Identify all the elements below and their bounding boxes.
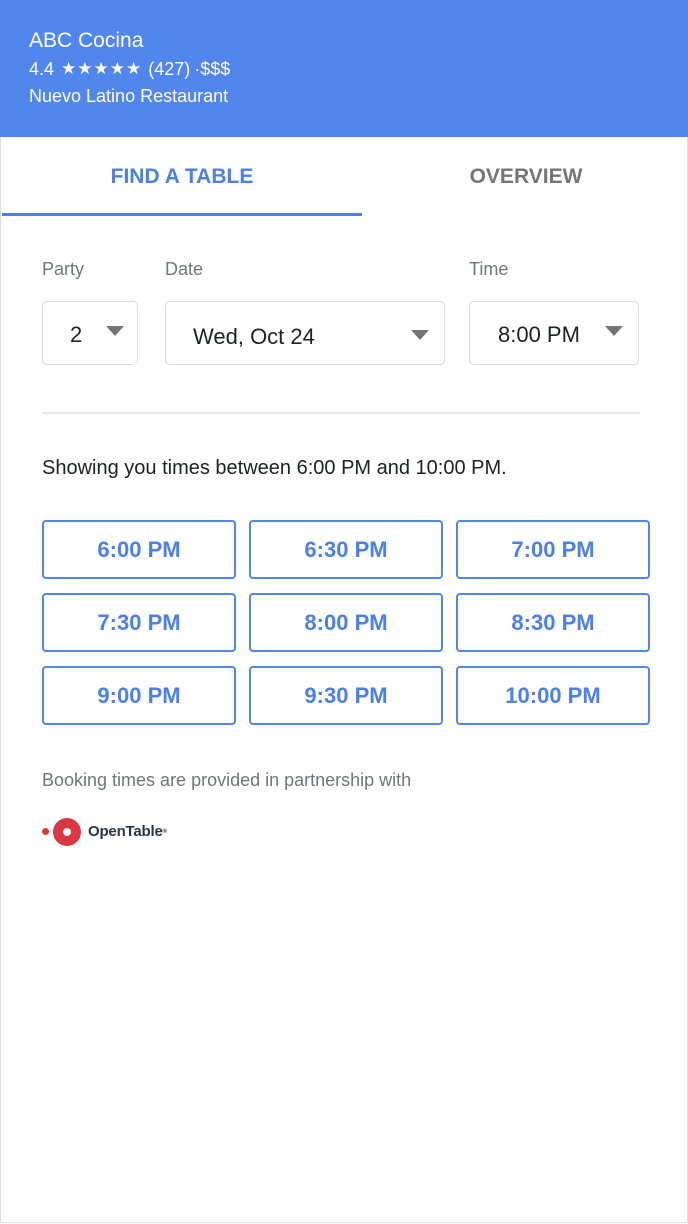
opentable-circle-icon <box>53 818 81 846</box>
tab-overview[interactable]: OVERVIEW <box>346 137 688 217</box>
time-slot-button[interactable]: 7:00 PM <box>456 520 650 579</box>
chevron-down-icon <box>605 326 623 336</box>
party-value: 2 <box>70 322 83 347</box>
restaurant-name: ABC Cocina <box>29 29 144 52</box>
chevron-down-icon <box>411 330 429 340</box>
time-slot-button[interactable]: 9:00 PM <box>42 666 236 725</box>
time-slot-button[interactable]: 6:30 PM <box>249 520 443 579</box>
time-slot-grid: 6:00 PM 6:30 PM 7:00 PM 7:30 PM 8:00 PM … <box>42 520 650 726</box>
time-slot-button[interactable]: 7:30 PM <box>42 593 236 652</box>
time-slot-button[interactable]: 10:00 PM <box>456 666 650 725</box>
party-select[interactable]: 2 <box>42 301 138 365</box>
opentable-logo[interactable]: OpenTable® <box>42 817 182 847</box>
time-range-notice: Showing you times between 6:00 PM and 10… <box>42 457 507 479</box>
time-select[interactable]: 8:00 PM <box>469 301 639 365</box>
section-divider <box>42 412 640 414</box>
opentable-wordmark-text: OpenTable <box>88 823 163 840</box>
review-count[interactable]: (427) <box>148 57 190 81</box>
date-label: Date <box>165 259 204 279</box>
time-slot-button[interactable]: 9:30 PM <box>249 666 443 725</box>
time-slot-button[interactable]: 8:00 PM <box>249 593 443 652</box>
restaurant-category: Nuevo Latino Restaurant <box>29 86 229 106</box>
active-tab-indicator <box>2 213 362 216</box>
tab-find-a-table[interactable]: FIND A TABLE <box>2 137 362 217</box>
opentable-wordmark: OpenTable® <box>88 823 167 840</box>
partner-disclaimer: Booking times are provided in partnershi… <box>42 770 412 790</box>
time-slot-button[interactable]: 8:30 PM <box>456 593 650 652</box>
opentable-dot-icon <box>42 828 49 835</box>
price-level: ·$$$ <box>194 59 231 79</box>
rating-value: 4.4 <box>29 59 55 79</box>
date-value: Wed, Oct 24 <box>193 324 315 349</box>
party-label: Party <box>42 259 85 279</box>
time-slot-button[interactable]: 6:00 PM <box>42 520 236 579</box>
tab-bar: FIND A TABLE OVERVIEW <box>0 137 688 217</box>
date-select[interactable]: Wed, Oct 24 <box>165 301 445 365</box>
chevron-down-icon <box>106 326 124 336</box>
time-label: Time <box>469 259 509 279</box>
time-value: 8:00 PM <box>498 322 580 347</box>
star-rating-icon: ★★★★★ <box>61 59 143 78</box>
rating-row: 4.4 ★★★★★ (427) ·$$$ <box>29 57 230 81</box>
restaurant-header: ABC Cocina 4.4 ★★★★★ (427) ·$$$ Nuevo La… <box>0 0 688 137</box>
